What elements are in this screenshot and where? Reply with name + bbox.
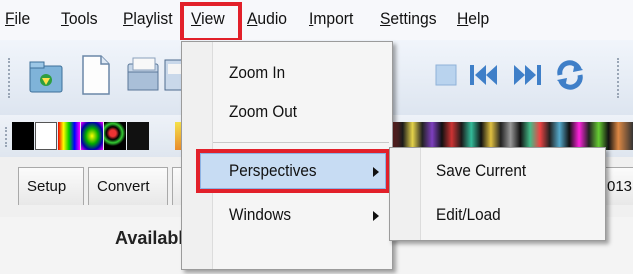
effect-swatch-butterfly[interactable] (81, 122, 103, 150)
menu-tools-label: ools (68, 9, 98, 28)
menu-audio-label: udio (257, 9, 288, 28)
windows-submenu-arrow-icon (373, 211, 379, 221)
view-menu-separator (213, 142, 389, 143)
menu-help-label: elp (468, 9, 490, 28)
menu-item-windows[interactable]: Windows (229, 205, 291, 225)
menu-import-label: mport (313, 9, 354, 28)
menu-file-label: ile (14, 9, 31, 28)
perspectives-highlight-box (196, 149, 390, 193)
menu-import[interactable]: Import (309, 9, 353, 29)
menu-playlist[interactable]: Playlist (123, 9, 173, 29)
menu-bar: File Tools Playlist View Audio Import Se… (0, 0, 633, 40)
effect-swatch-dark[interactable] (127, 122, 149, 150)
tab-setup[interactable]: Setup (18, 167, 84, 205)
view-highlight-box (180, 2, 242, 42)
menu-settings-accel: S (380, 9, 391, 28)
menu-playlist-accel: P (123, 9, 134, 28)
effect-swatch-white[interactable] (35, 122, 57, 150)
menu-file-accel: F (5, 9, 15, 28)
effect-swatch-bars[interactable] (58, 122, 80, 150)
tab-convert[interactable]: Convert (88, 167, 168, 205)
effect-swatch-circles[interactable] (104, 122, 126, 150)
menu-playlist-label: laylist (133, 9, 173, 28)
effect-swatch-black[interactable] (12, 122, 34, 150)
menu-tools[interactable]: Tools (61, 9, 98, 29)
menu-item-zoom-out[interactable]: Zoom Out (229, 102, 297, 122)
effect-swatch-strip[interactable] (388, 122, 633, 150)
effects-toolbar-grip[interactable] (5, 127, 10, 147)
menu-tools-accel: T (61, 9, 69, 28)
toolbar-grip[interactable] (8, 58, 13, 98)
new-file-icon[interactable] (79, 52, 113, 98)
stop-icon[interactable] (433, 62, 459, 90)
menu-help[interactable]: Help (457, 9, 489, 29)
menu-audio-accel: A (247, 9, 258, 28)
menu-audio[interactable]: Audio (247, 9, 287, 29)
tab-sequence[interactable]: 013 (604, 167, 633, 205)
tab-setup-label: Setup (27, 178, 67, 195)
skip-forward-icon[interactable] (511, 60, 545, 90)
menu-item-zoom-in[interactable]: Zoom In (229, 63, 285, 83)
menu-settings[interactable]: Settings (380, 9, 437, 29)
skip-back-icon[interactable] (466, 60, 500, 90)
tab-sequence-label: 013 (607, 178, 633, 195)
open-folder-icon[interactable] (26, 54, 66, 98)
menu-item-edit-load[interactable]: Edit/Load (436, 205, 501, 225)
menu-file[interactable]: File (5, 9, 30, 29)
submenu-icon-column (390, 148, 421, 240)
menu-item-save-current[interactable]: Save Current (436, 161, 526, 181)
menu-settings-label: ettings (390, 9, 437, 28)
toolbar-grip-right[interactable] (617, 58, 622, 98)
repeat-icon[interactable] (553, 58, 587, 92)
tab-convert-label: Convert (97, 178, 150, 195)
open-icon[interactable] (125, 54, 161, 96)
menu-help-accel: H (457, 9, 469, 28)
